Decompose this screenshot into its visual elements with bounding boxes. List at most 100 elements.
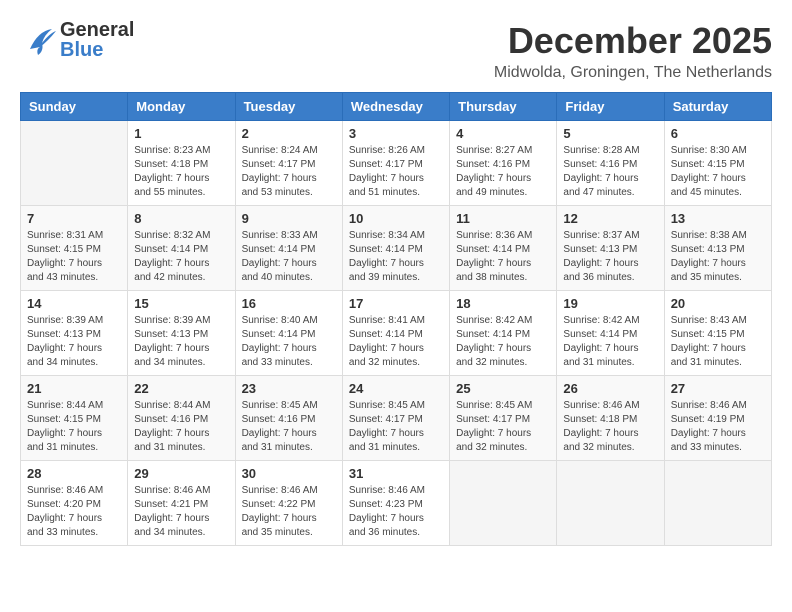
calendar-cell: 21 Sunrise: 8:44 AMSunset: 4:15 PMDayligh… bbox=[21, 376, 128, 461]
header-friday: Friday bbox=[557, 93, 664, 121]
day-info: Sunrise: 8:44 AMSunset: 4:16 PMDaylight:… bbox=[134, 399, 228, 455]
day-info: Sunrise: 8:43 AMSunset: 4:15 PMDaylight:… bbox=[671, 314, 765, 370]
day-number: 22 bbox=[134, 381, 228, 396]
day-number: 13 bbox=[671, 211, 765, 226]
day-info: Sunrise: 8:39 AMSunset: 4:13 PMDaylight:… bbox=[27, 314, 121, 370]
location-title: Midwolda, Groningen, The Netherlands bbox=[494, 64, 772, 82]
day-info: Sunrise: 8:41 AMSunset: 4:14 PMDaylight:… bbox=[349, 314, 443, 370]
day-info: Sunrise: 8:42 AMSunset: 4:14 PMDaylight:… bbox=[456, 314, 550, 370]
day-info: Sunrise: 8:45 AMSunset: 4:17 PMDaylight:… bbox=[349, 399, 443, 455]
day-number: 7 bbox=[27, 211, 121, 226]
calendar-cell bbox=[21, 121, 128, 206]
day-info: Sunrise: 8:26 AMSunset: 4:17 PMDaylight:… bbox=[349, 144, 443, 200]
day-number: 29 bbox=[134, 466, 228, 481]
calendar-cell: 16 Sunrise: 8:40 AMSunset: 4:14 PMDayligh… bbox=[235, 291, 342, 376]
day-info: Sunrise: 8:33 AMSunset: 4:14 PMDaylight:… bbox=[242, 229, 336, 285]
day-info: Sunrise: 8:28 AMSunset: 4:16 PMDaylight:… bbox=[563, 144, 657, 200]
day-info: Sunrise: 8:30 AMSunset: 4:15 PMDaylight:… bbox=[671, 144, 765, 200]
day-info: Sunrise: 8:46 AMSunset: 4:23 PMDaylight:… bbox=[349, 484, 443, 540]
day-number: 31 bbox=[349, 466, 443, 481]
calendar-cell: 10 Sunrise: 8:34 AMSunset: 4:14 PMDayligh… bbox=[342, 206, 449, 291]
calendar-cell: 22 Sunrise: 8:44 AMSunset: 4:16 PMDayligh… bbox=[128, 376, 235, 461]
calendar-cell: 24 Sunrise: 8:45 AMSunset: 4:17 PMDayligh… bbox=[342, 376, 449, 461]
calendar-cell: 6 Sunrise: 8:30 AMSunset: 4:15 PMDaylight… bbox=[664, 121, 771, 206]
day-info: Sunrise: 8:42 AMSunset: 4:14 PMDaylight:… bbox=[563, 314, 657, 370]
logo-blue-text: Blue bbox=[60, 40, 134, 60]
day-number: 25 bbox=[456, 381, 550, 396]
day-info: Sunrise: 8:24 AMSunset: 4:17 PMDaylight:… bbox=[242, 144, 336, 200]
day-number: 8 bbox=[134, 211, 228, 226]
calendar-cell: 19 Sunrise: 8:42 AMSunset: 4:14 PMDayligh… bbox=[557, 291, 664, 376]
day-info: Sunrise: 8:46 AMSunset: 4:18 PMDaylight:… bbox=[563, 399, 657, 455]
day-info: Sunrise: 8:39 AMSunset: 4:13 PMDaylight:… bbox=[134, 314, 228, 370]
calendar-cell: 3 Sunrise: 8:26 AMSunset: 4:17 PMDaylight… bbox=[342, 121, 449, 206]
day-number: 27 bbox=[671, 381, 765, 396]
logo: General Blue bbox=[20, 20, 134, 60]
title-area: December 2025 Midwolda, Groningen, The N… bbox=[494, 20, 772, 82]
calendar-cell: 28 Sunrise: 8:46 AMSunset: 4:20 PMDayligh… bbox=[21, 461, 128, 546]
day-info: Sunrise: 8:37 AMSunset: 4:13 PMDaylight:… bbox=[563, 229, 657, 285]
day-number: 2 bbox=[242, 126, 336, 141]
calendar-cell: 18Sunrise: 8:42 AMSunset: 4:14 PMDayligh… bbox=[450, 291, 557, 376]
header-monday: Monday bbox=[128, 93, 235, 121]
week-row-2: 14 Sunrise: 8:39 AMSunset: 4:13 PMDayligh… bbox=[21, 291, 772, 376]
header-tuesday: Tuesday bbox=[235, 93, 342, 121]
day-number: 4 bbox=[456, 126, 550, 141]
calendar-cell: 14 Sunrise: 8:39 AMSunset: 4:13 PMDayligh… bbox=[21, 291, 128, 376]
calendar-cell: 1Sunrise: 8:23 AMSunset: 4:18 PMDaylight… bbox=[128, 121, 235, 206]
logo-icon bbox=[20, 21, 58, 59]
day-number: 26 bbox=[563, 381, 657, 396]
header-wednesday: Wednesday bbox=[342, 93, 449, 121]
calendar-body: 1Sunrise: 8:23 AMSunset: 4:18 PMDaylight… bbox=[21, 121, 772, 546]
day-number: 10 bbox=[349, 211, 443, 226]
week-row-3: 21 Sunrise: 8:44 AMSunset: 4:15 PMDayligh… bbox=[21, 376, 772, 461]
calendar-cell: 13 Sunrise: 8:38 AMSunset: 4:13 PMDayligh… bbox=[664, 206, 771, 291]
day-number: 21 bbox=[27, 381, 121, 396]
calendar-header: SundayMondayTuesdayWednesdayThursdayFrid… bbox=[21, 93, 772, 121]
day-info: Sunrise: 8:36 AMSunset: 4:14 PMDaylight:… bbox=[456, 229, 550, 285]
day-number: 30 bbox=[242, 466, 336, 481]
day-info: Sunrise: 8:46 AMSunset: 4:21 PMDaylight:… bbox=[134, 484, 228, 540]
day-number: 11 bbox=[456, 211, 550, 226]
calendar-cell: 2 Sunrise: 8:24 AMSunset: 4:17 PMDaylight… bbox=[235, 121, 342, 206]
day-number: 19 bbox=[563, 296, 657, 311]
calendar-cell: 31 Sunrise: 8:46 AMSunset: 4:23 PMDayligh… bbox=[342, 461, 449, 546]
day-number: 5 bbox=[563, 126, 657, 141]
day-info: Sunrise: 8:45 AMSunset: 4:16 PMDaylight:… bbox=[242, 399, 336, 455]
day-info: Sunrise: 8:40 AMSunset: 4:14 PMDaylight:… bbox=[242, 314, 336, 370]
day-info: Sunrise: 8:44 AMSunset: 4:15 PMDaylight:… bbox=[27, 399, 121, 455]
day-info: Sunrise: 8:46 AMSunset: 4:22 PMDaylight:… bbox=[242, 484, 336, 540]
day-number: 3 bbox=[349, 126, 443, 141]
day-info: Sunrise: 8:34 AMSunset: 4:14 PMDaylight:… bbox=[349, 229, 443, 285]
calendar-cell: 9Sunrise: 8:33 AMSunset: 4:14 PMDaylight… bbox=[235, 206, 342, 291]
calendar-cell: 23 Sunrise: 8:45 AMSunset: 4:16 PMDayligh… bbox=[235, 376, 342, 461]
day-info: Sunrise: 8:27 AMSunset: 4:16 PMDaylight:… bbox=[456, 144, 550, 200]
day-info: Sunrise: 8:46 AMSunset: 4:20 PMDaylight:… bbox=[27, 484, 121, 540]
calendar-cell: 4 Sunrise: 8:27 AMSunset: 4:16 PMDaylight… bbox=[450, 121, 557, 206]
day-number: 12 bbox=[563, 211, 657, 226]
calendar-cell: 7Sunrise: 8:31 AMSunset: 4:15 PMDaylight… bbox=[21, 206, 128, 291]
calendar-cell: 27Sunrise: 8:46 AMSunset: 4:19 PMDayligh… bbox=[664, 376, 771, 461]
day-number: 17 bbox=[349, 296, 443, 311]
calendar-cell: 25Sunrise: 8:45 AMSunset: 4:17 PMDayligh… bbox=[450, 376, 557, 461]
calendar-cell: 8Sunrise: 8:32 AMSunset: 4:14 PMDaylight… bbox=[128, 206, 235, 291]
page-header: General Blue December 2025 Midwolda, Gro… bbox=[20, 20, 772, 82]
day-number: 14 bbox=[27, 296, 121, 311]
day-number: 24 bbox=[349, 381, 443, 396]
day-number: 15 bbox=[134, 296, 228, 311]
day-number: 28 bbox=[27, 466, 121, 481]
day-number: 6 bbox=[671, 126, 765, 141]
calendar-table: SundayMondayTuesdayWednesdayThursdayFrid… bbox=[20, 92, 772, 546]
day-number: 1 bbox=[134, 126, 228, 141]
calendar-cell: 5 Sunrise: 8:28 AMSunset: 4:16 PMDaylight… bbox=[557, 121, 664, 206]
header-thursday: Thursday bbox=[450, 93, 557, 121]
logo-label: General Blue bbox=[60, 20, 134, 60]
day-number: 16 bbox=[242, 296, 336, 311]
day-info: Sunrise: 8:38 AMSunset: 4:13 PMDaylight:… bbox=[671, 229, 765, 285]
calendar-cell bbox=[557, 461, 664, 546]
day-number: 23 bbox=[242, 381, 336, 396]
calendar-cell: 12 Sunrise: 8:37 AMSunset: 4:13 PMDayligh… bbox=[557, 206, 664, 291]
day-number: 20 bbox=[671, 296, 765, 311]
calendar-cell: 26 Sunrise: 8:46 AMSunset: 4:18 PMDayligh… bbox=[557, 376, 664, 461]
logo-general-text: General bbox=[60, 20, 134, 40]
